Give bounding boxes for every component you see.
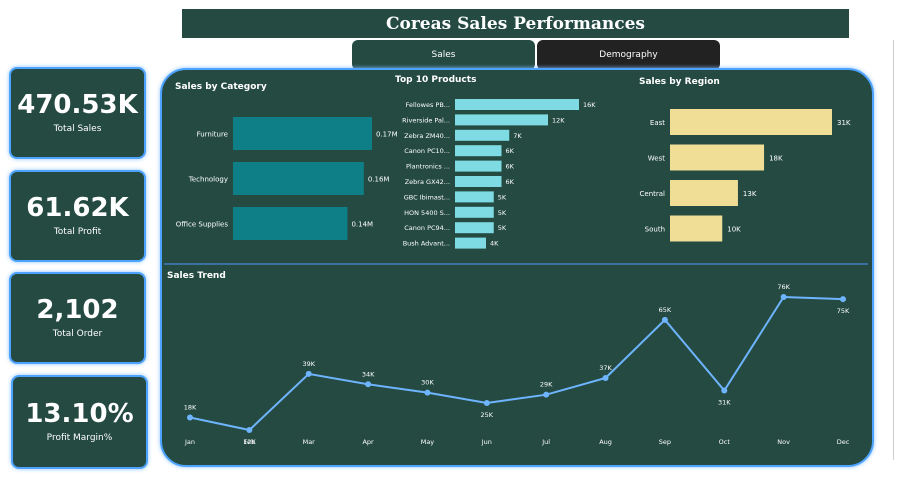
- trend-month-label: Aug: [599, 438, 612, 446]
- trend-month-label: Feb: [244, 438, 256, 446]
- trend-point: [840, 296, 846, 303]
- trend-value-label: 18K: [184, 404, 197, 412]
- category-value-label: 0.14M: [351, 221, 373, 229]
- product-bar: [455, 160, 502, 172]
- region-value-label: 18K: [769, 155, 783, 163]
- product-label: Bush Advant...: [403, 240, 450, 248]
- trend-point: [305, 370, 312, 377]
- product-value-label: 4K: [490, 240, 499, 248]
- product-bar: [455, 222, 494, 234]
- trend-month-label: Sep: [659, 438, 671, 446]
- scrollbar[interactable]: [893, 40, 894, 460]
- product-bar: [455, 145, 502, 157]
- product-label: Riverside Pal...: [402, 116, 450, 124]
- product-bar: [455, 176, 502, 187]
- trend-value-label: 34K: [362, 370, 375, 378]
- trend-value-label: 75K: [837, 307, 850, 315]
- trend-point: [780, 294, 787, 300]
- products-chart-title: Top 10 Products: [395, 75, 476, 85]
- product-label: Canon PC94...: [404, 224, 450, 232]
- trend-point: [483, 399, 490, 406]
- category-label: Technology: [188, 176, 228, 184]
- region-bar: [670, 109, 832, 135]
- product-value-label: 6K: [506, 147, 515, 155]
- trend-point: [365, 381, 372, 388]
- region-bar: [670, 144, 765, 171]
- product-bar: [455, 114, 548, 126]
- trend-line: [189, 295, 844, 432]
- category-chart-title: Sales by Category: [175, 82, 267, 92]
- category-bar: [233, 162, 364, 195]
- product-bar: [455, 191, 494, 203]
- trend-value-label: 29K: [540, 381, 553, 389]
- trend-month-label: Apr: [362, 438, 374, 446]
- region-label: Central: [640, 190, 666, 198]
- product-bar: [455, 129, 510, 141]
- trend-month-label: Nov: [777, 438, 790, 446]
- trend-point: [187, 414, 193, 421]
- product-label: Zebra ZM40...: [404, 132, 450, 140]
- trend-value-label: 76K: [777, 283, 790, 291]
- product-value-label: 5K: [498, 193, 507, 201]
- region-bar: [670, 180, 738, 206]
- trend-value-label: 65K: [659, 306, 672, 314]
- trend-point: [602, 375, 609, 382]
- region-bar: [670, 215, 723, 242]
- region-label: West: [648, 155, 665, 163]
- region-chart-title: Sales by Region: [639, 77, 720, 87]
- product-label: GBC Ibimast...: [404, 193, 450, 201]
- region-label: South: [645, 226, 665, 234]
- trend-month-label: Jul: [541, 438, 550, 446]
- trend-value-label: 39K: [302, 360, 315, 368]
- trend-point: [543, 391, 550, 398]
- trend-month-label: Oct: [719, 438, 731, 446]
- trend-month-label: May: [421, 438, 435, 446]
- trend-value-label: 30K: [421, 379, 434, 387]
- product-bar: [455, 237, 486, 249]
- product-value-label: 5K: [498, 209, 507, 217]
- product-value-label: 6K: [506, 178, 515, 186]
- region-value-label: 13K: [743, 190, 757, 198]
- region-value-label: 10K: [727, 226, 741, 234]
- trend-month-label: Jan: [184, 438, 195, 446]
- trend-point: [246, 427, 253, 433]
- trend-month-label: Dec: [837, 438, 850, 446]
- trend-value-label: 37K: [599, 364, 612, 372]
- trend-month-label: Jun: [481, 438, 492, 446]
- trend-value-label: 25K: [481, 411, 494, 419]
- product-label: HON 5400 S...: [404, 209, 450, 217]
- charts-canvas: Sales by Category Furniture 0.17M Technolog…: [164, 75, 868, 446]
- region-value-label: 31K: [837, 119, 851, 127]
- category-bar: [233, 117, 372, 150]
- product-value-label: 7K: [513, 132, 522, 140]
- product-value-label: 5K: [498, 224, 507, 232]
- product-value-label: 12K: [552, 116, 565, 124]
- trend-value-label: 31K: [718, 399, 731, 407]
- trend-chart-title: Sales Trend: [167, 271, 226, 281]
- product-label: Zebra GX42...: [405, 178, 450, 186]
- category-bar: [233, 207, 348, 240]
- trend-point: [661, 316, 668, 323]
- product-label: Canon PC10...: [404, 147, 450, 155]
- product-bar: [455, 206, 494, 218]
- product-label: Plantronics ...: [406, 163, 450, 171]
- product-bar: [455, 99, 579, 110]
- category-value-label: 0.16M: [368, 176, 390, 184]
- category-label: Office Supplies: [176, 221, 229, 229]
- region-label: East: [650, 119, 665, 127]
- product-value-label: 16K: [583, 101, 596, 109]
- category-value-label: 0.17M: [376, 131, 398, 139]
- trend-month-label: Mar: [303, 438, 316, 446]
- product-label: Fellowes PB...: [406, 101, 450, 109]
- trend-point: [721, 387, 728, 394]
- trend-point: [424, 389, 431, 396]
- category-label: Furniture: [197, 131, 228, 139]
- product-value-label: 6K: [506, 163, 515, 171]
